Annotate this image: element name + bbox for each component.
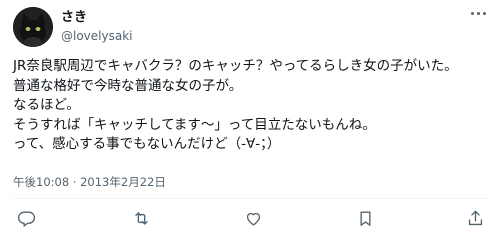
author-header: さき @lovelysaki — [61, 9, 132, 45]
author-handle[interactable]: @lovelysaki — [61, 28, 132, 45]
reply-button[interactable] — [13, 205, 39, 231]
divider — [13, 198, 487, 199]
tweet-line: JR奈良駅周辺でキャバクラ？のキャッチ？やってるらしき女の子がいた。 — [13, 58, 458, 74]
action-bar — [0, 205, 500, 235]
tweet-text: JR奈良駅周辺でキャバクラ？のキャッチ？やってるらしき女の子がいた。 普通な格好… — [13, 57, 493, 155]
retweet-button[interactable] — [128, 205, 154, 231]
tweet-line: って、感心する事でもないんだけど（-∀-；） — [13, 136, 281, 152]
share-button[interactable] — [462, 205, 488, 231]
tweet-timestamp[interactable]: 午後10:08 · 2013年2月22日 — [13, 174, 166, 190]
retweet-icon — [134, 211, 148, 225]
reply-icon — [17, 210, 35, 227]
share-icon — [468, 210, 482, 225]
more-dot — [483, 12, 486, 15]
more-dot — [471, 12, 474, 15]
author-display-name[interactable]: さき — [61, 9, 132, 26]
tweet-card: さき @lovelysaki JR奈良駅周辺でキャバクラ？のキャッチ？やってるら… — [0, 0, 500, 242]
tweet-line: 普通な格好で今時な普通な女の子が。 — [13, 77, 243, 94]
more-dot — [477, 12, 480, 15]
tweet-line: そうすれば「キャッチしてます〜」って目立たないもんね。 — [13, 116, 376, 133]
like-icon — [246, 212, 260, 226]
bookmark-icon — [359, 210, 371, 226]
tweet-line: なるほど。 — [13, 97, 80, 113]
avatar[interactable] — [13, 7, 53, 47]
bookmark-button[interactable] — [352, 205, 378, 231]
more-options-icon[interactable] — [471, 12, 486, 15]
like-button[interactable] — [240, 205, 266, 231]
cat-avatar-icon — [13, 7, 53, 47]
